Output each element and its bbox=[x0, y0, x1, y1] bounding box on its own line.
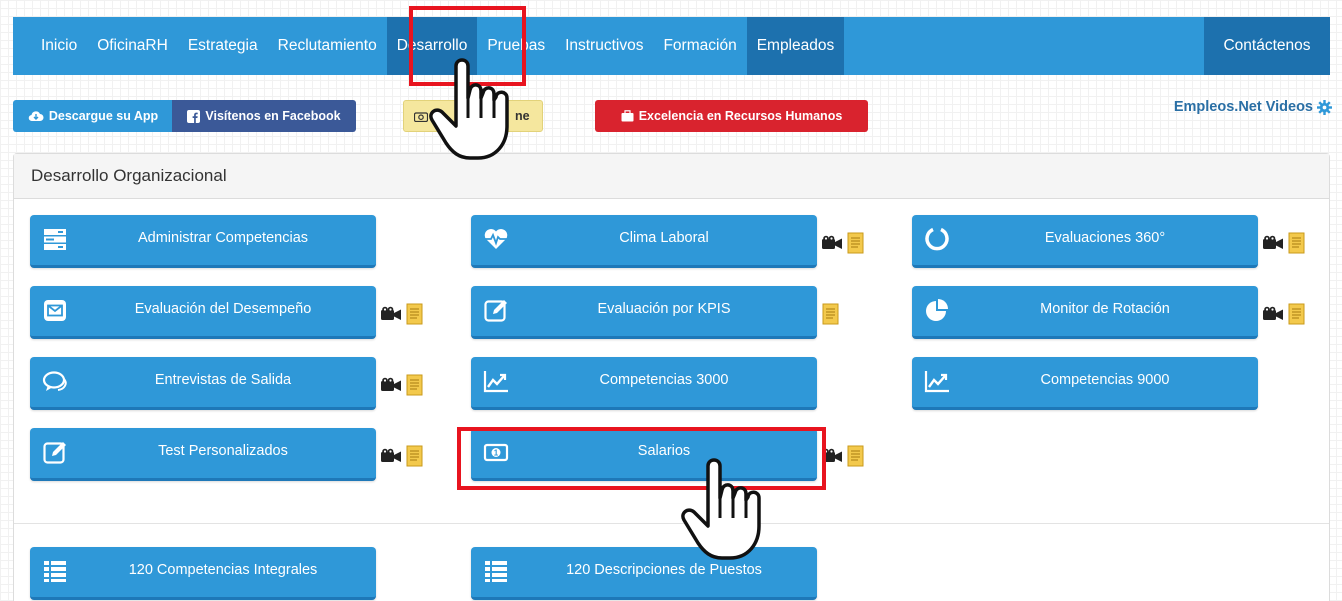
nav-estrategia[interactable]: Estrategia bbox=[178, 17, 268, 75]
panel-title: Desarrollo Organizacional bbox=[14, 154, 1329, 199]
card-salarios[interactable]: 1 Salarios bbox=[471, 428, 817, 481]
desarrollo-panel: Desarrollo Organizacional Administrar Co… bbox=[13, 153, 1330, 601]
briefcase-icon bbox=[621, 110, 634, 122]
download-app-label: Descargue su App bbox=[48, 109, 159, 123]
video-camera-icon[interactable] bbox=[380, 377, 402, 393]
card-label: Test Personalizados bbox=[158, 443, 288, 459]
document-icon[interactable] bbox=[1288, 303, 1305, 325]
document-icon[interactable] bbox=[1288, 232, 1305, 254]
card-evaluacion-desempeno[interactable]: Evaluación del Desempeño bbox=[30, 286, 376, 339]
edit-icon bbox=[43, 442, 66, 464]
facebook-button[interactable]: Visítenos en Facebook bbox=[172, 100, 356, 132]
card-evaluaciones-360[interactable]: Evaluaciones 360° bbox=[912, 215, 1258, 268]
kpis-extras bbox=[822, 303, 839, 325]
card-label: Clima Laboral bbox=[619, 230, 709, 246]
card-label: Evaluaciones 360° bbox=[1044, 230, 1166, 246]
nav-empleados[interactable]: Empleados bbox=[746, 17, 845, 75]
edit-icon bbox=[484, 300, 507, 322]
online-label: ne bbox=[515, 109, 530, 123]
download-app-button[interactable]: Descargue su App bbox=[13, 100, 173, 132]
list-icon bbox=[44, 561, 66, 582]
svg-text:1: 1 bbox=[494, 449, 499, 458]
cloud-download-icon bbox=[28, 111, 44, 122]
gear-icon bbox=[1317, 99, 1332, 115]
card-label: Competencias 3000 bbox=[599, 372, 729, 388]
card-120-descripciones[interactable]: 120 Descripciones de Puestos bbox=[471, 547, 817, 600]
entrevistas-extras bbox=[380, 374, 423, 396]
card-label: Entrevistas de Salida bbox=[154, 372, 292, 388]
document-icon[interactable] bbox=[822, 303, 839, 325]
document-icon[interactable] bbox=[406, 445, 423, 467]
nav-instructivos[interactable]: Instructivos bbox=[555, 17, 653, 75]
nav-reclutamiento[interactable]: Reclutamiento bbox=[268, 17, 387, 75]
card-competencias-3000[interactable]: Competencias 3000 bbox=[471, 357, 817, 410]
envelope-icon bbox=[44, 300, 66, 321]
main-navbar: Inicio OficinaRH Estrategia Reclutamient… bbox=[13, 17, 1330, 75]
videos-link[interactable]: Empleos.Net Videos bbox=[1174, 99, 1332, 115]
section-divider bbox=[14, 523, 1329, 524]
desempeno-extras bbox=[380, 303, 423, 325]
line-chart-icon bbox=[924, 371, 949, 393]
excellence-button[interactable]: Excelencia en Recursos Humanos bbox=[595, 100, 868, 132]
card-120-competencias[interactable]: 120 Competencias Integrales bbox=[30, 547, 376, 600]
online-button[interactable]: ne bbox=[403, 100, 543, 132]
facebook-icon bbox=[187, 109, 201, 123]
card-label: 120 Competencias Integrales bbox=[128, 562, 318, 578]
card-entrevistas-salida[interactable]: Entrevistas de Salida bbox=[30, 357, 376, 410]
card-label: Evaluación del Desempeño bbox=[134, 301, 312, 317]
video-camera-icon[interactable] bbox=[380, 306, 402, 322]
money-icon: 1 bbox=[483, 443, 509, 462]
circle-notch-icon bbox=[925, 227, 949, 251]
video-camera-icon[interactable] bbox=[1262, 235, 1284, 251]
card-administrar-competencias[interactable]: Administrar Competencias bbox=[30, 215, 376, 268]
nav-inicio[interactable]: Inicio bbox=[13, 17, 87, 75]
video-camera-icon[interactable] bbox=[1262, 306, 1284, 322]
heartbeat-icon bbox=[484, 229, 508, 249]
card-evaluacion-kpis[interactable]: Evaluación por KPIS bbox=[471, 286, 817, 339]
facebook-label: Visítenos en Facebook bbox=[205, 109, 341, 123]
nav-formacion[interactable]: Formación bbox=[653, 17, 746, 75]
comments-icon bbox=[42, 371, 67, 391]
document-icon[interactable] bbox=[406, 303, 423, 325]
card-label: Evaluación por KPIS bbox=[597, 301, 731, 317]
document-icon[interactable] bbox=[406, 374, 423, 396]
nav-contactenos[interactable]: Contáctenos bbox=[1204, 17, 1330, 75]
card-label: Monitor de Rotación bbox=[1040, 301, 1170, 317]
salarios-extras bbox=[821, 445, 864, 467]
camera-icon bbox=[414, 111, 428, 122]
video-camera-icon[interactable] bbox=[821, 448, 843, 464]
card-label: Administrar Competencias bbox=[137, 230, 309, 246]
card-test-personalizados[interactable]: Test Personalizados bbox=[30, 428, 376, 481]
server-icon bbox=[44, 229, 66, 250]
video-camera-icon[interactable] bbox=[380, 448, 402, 464]
rotacion-extras bbox=[1262, 303, 1305, 325]
card-label: Competencias 9000 bbox=[1040, 372, 1170, 388]
videos-label: Empleos.Net Videos bbox=[1173, 99, 1313, 115]
card-label: 120 Descripciones de Puestos bbox=[566, 562, 762, 578]
nav-desarrollo[interactable]: Desarrollo bbox=[386, 17, 478, 75]
list-icon bbox=[485, 561, 507, 582]
card-monitor-rotacion[interactable]: Monitor de Rotación bbox=[912, 286, 1258, 339]
video-camera-icon[interactable] bbox=[821, 235, 843, 251]
nav-pruebas[interactable]: Pruebas bbox=[477, 17, 555, 75]
excellence-label: Excelencia en Recursos Humanos bbox=[638, 109, 843, 123]
test-extras bbox=[380, 445, 423, 467]
card-label: Salarios bbox=[637, 443, 691, 459]
pie-chart-icon bbox=[926, 299, 948, 321]
clima-extras bbox=[821, 232, 864, 254]
nav-oficinarh[interactable]: OficinaRH bbox=[87, 17, 178, 75]
card-competencias-9000[interactable]: Competencias 9000 bbox=[912, 357, 1258, 410]
document-icon[interactable] bbox=[847, 445, 864, 467]
evaluaciones360-extras bbox=[1262, 232, 1305, 254]
line-chart-icon bbox=[483, 371, 508, 393]
document-icon[interactable] bbox=[847, 232, 864, 254]
card-clima-laboral[interactable]: Clima Laboral bbox=[471, 215, 817, 268]
